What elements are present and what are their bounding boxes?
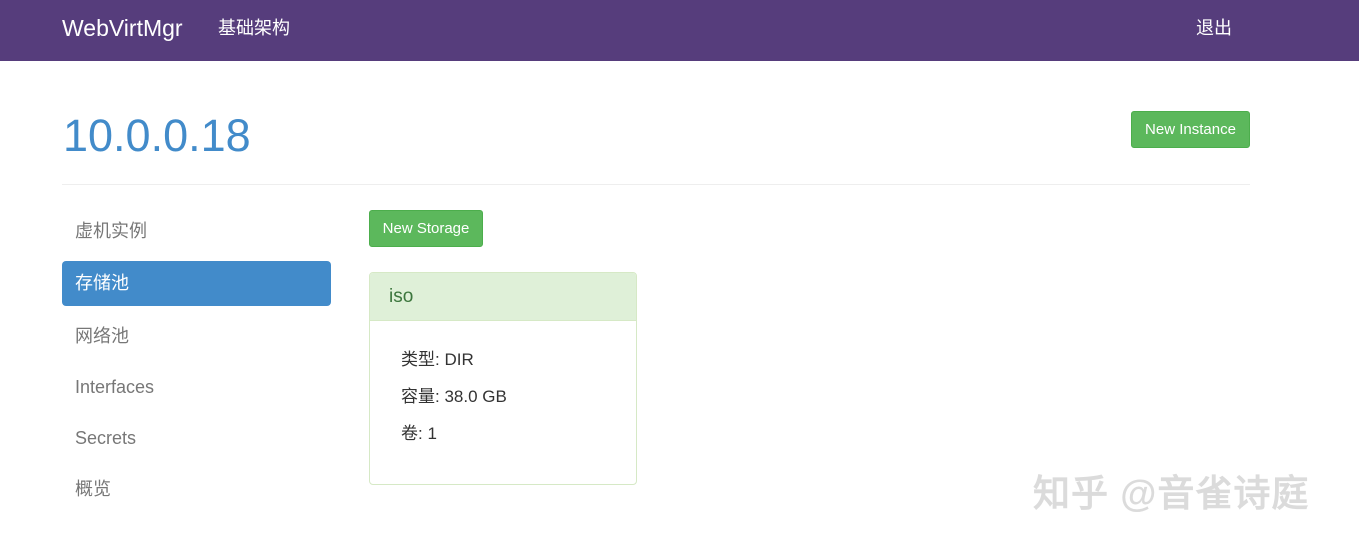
sidebar-item-secrets[interactable]: Secrets: [62, 414, 331, 459]
sidebar-item-interfaces[interactable]: Interfaces: [62, 363, 331, 408]
watermark-text: 知乎 @音雀诗庭: [1033, 473, 1310, 514]
top-navbar: WebVirtMgr 基础架构 退出: [0, 0, 1359, 61]
storage-pool-card[interactable]: iso 类型: DIR 容量: 38.0 GB 卷: 1: [369, 272, 637, 485]
sidebar-item-instances[interactable]: 虚机实例: [62, 206, 331, 256]
pool-details: 类型: DIR 容量: 38.0 GB 卷: 1: [370, 321, 636, 445]
nav-infrastructure[interactable]: 基础架构: [218, 16, 290, 40]
pool-capacity: 容量: 38.0 GB: [401, 387, 507, 406]
sidebar-item-storage[interactable]: 存储池: [62, 261, 331, 306]
new-instance-button[interactable]: New Instance: [1131, 111, 1250, 148]
new-storage-button[interactable]: New Storage: [369, 210, 483, 247]
pool-volumes: 卷: 1: [401, 424, 437, 443]
sidebar-nav: 虚机实例 存储池 网络池 Interfaces Secrets 概览: [62, 206, 331, 516]
brand-link[interactable]: WebVirtMgr: [62, 14, 183, 42]
header-divider: [62, 184, 1250, 185]
sidebar-item-networks[interactable]: 网络池: [62, 312, 331, 357]
pool-name[interactable]: iso: [370, 273, 636, 321]
sidebar-item-overview[interactable]: 概览: [62, 465, 331, 510]
nav-logout[interactable]: 退出: [1196, 16, 1232, 40]
page-title: 10.0.0.18: [63, 110, 251, 161]
pool-type: 类型: DIR: [401, 350, 474, 369]
